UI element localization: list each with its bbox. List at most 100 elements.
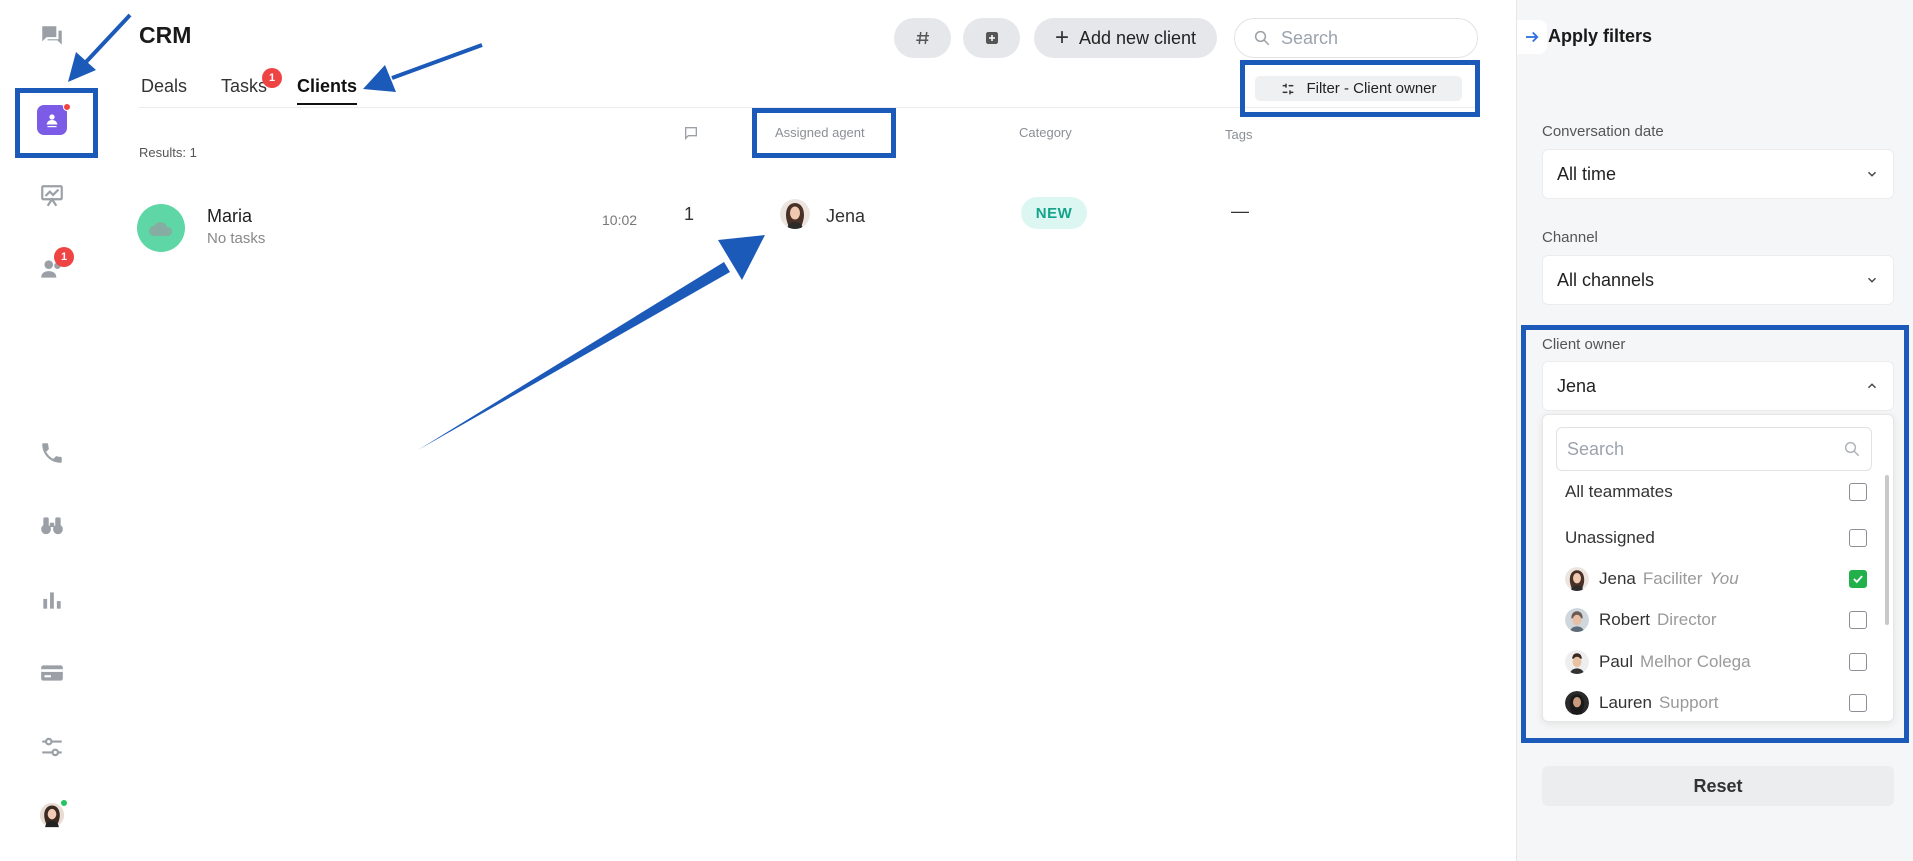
- crm-icon: [37, 103, 71, 135]
- client-owner-value: Jena: [1557, 375, 1597, 396]
- search-input[interactable]: [1281, 27, 1461, 49]
- crm-nav-item[interactable]: [36, 103, 71, 136]
- billing-card-icon[interactable]: [36, 657, 68, 689]
- column-assigned-agent[interactable]: Assigned agent: [775, 125, 865, 140]
- option-jena[interactable]: Jena Faciliter You: [1543, 561, 1883, 597]
- channel-value: All channels: [1557, 269, 1655, 290]
- option-label: Unassigned: [1565, 528, 1655, 547]
- teammate-avatar: [1565, 691, 1589, 715]
- option-label: Paul: [1599, 652, 1634, 671]
- panel-title: Apply filters: [1548, 26, 1653, 46]
- conversations-icon[interactable]: [36, 20, 68, 52]
- conversation-date-select[interactable]: All time: [1542, 149, 1894, 199]
- conversation-date-label: Conversation date: [1542, 123, 1664, 140]
- tags-value: —: [1231, 201, 1249, 221]
- option-all-teammates[interactable]: All teammates: [1543, 474, 1883, 510]
- reports-board-icon[interactable]: [36, 180, 68, 212]
- online-status-dot: [60, 799, 68, 807]
- binoculars-icon[interactable]: [36, 510, 68, 542]
- option-unassigned[interactable]: Unassigned: [1543, 520, 1883, 556]
- conversation-date-value: All time: [1557, 163, 1617, 184]
- tab-tasks[interactable]: Tasks: [221, 76, 267, 97]
- option-role: Melhor Colega: [1640, 652, 1751, 671]
- option-role: Director: [1657, 610, 1717, 629]
- option-label: All teammates: [1565, 482, 1673, 501]
- left-rail: 1: [0, 0, 104, 861]
- channel-select[interactable]: All channels: [1542, 255, 1894, 305]
- checkmark-icon: [1853, 575, 1863, 584]
- analytics-icon[interactable]: [36, 584, 68, 616]
- cloud-icon: [149, 222, 173, 236]
- filter-client-owner-button[interactable]: Filter - Client owner: [1255, 76, 1462, 101]
- arrow-right-icon: [1526, 31, 1539, 43]
- client-owner-dropdown: All teammates Unassigned Jena Faciliter …: [1542, 414, 1894, 722]
- teammate-avatar: [1565, 650, 1589, 674]
- filter-sliders-icon: [1283, 83, 1294, 94]
- tab-clients[interactable]: Clients: [297, 76, 358, 105]
- reset-button[interactable]: Reset: [1542, 766, 1894, 806]
- option-checkbox[interactable]: [1849, 529, 1867, 547]
- plus-icon: +: [1054, 24, 1069, 51]
- settings-sliders-icon[interactable]: [36, 731, 68, 763]
- search-icon: [1254, 30, 1270, 46]
- client-avatar: [137, 204, 185, 252]
- message-count: 1: [684, 204, 695, 224]
- dropdown-scrollbar[interactable]: [1885, 475, 1889, 625]
- user-avatar[interactable]: [36, 799, 68, 831]
- plus-square-icon: [985, 32, 998, 44]
- tasks-badge: 1: [262, 68, 282, 88]
- chevron-up-icon: [1868, 383, 1876, 389]
- phone-icon[interactable]: [36, 437, 68, 469]
- agent-name[interactable]: Jena: [826, 206, 865, 227]
- teammate-avatar: [1565, 608, 1589, 632]
- channel-label: Channel: [1542, 229, 1598, 246]
- teammate-avatar: [1565, 567, 1589, 591]
- option-paul[interactable]: Paul Melhor Colega: [1543, 644, 1883, 680]
- option-checkbox[interactable]: [1849, 653, 1867, 671]
- option-checkbox[interactable]: [1849, 611, 1867, 629]
- collapse-panel-button[interactable]: [1517, 20, 1547, 54]
- arrow-to-agent: [418, 262, 730, 450]
- client-owner-label: Client owner: [1542, 336, 1626, 353]
- client-name[interactable]: Maria: [207, 206, 252, 227]
- add-box-button[interactable]: [963, 18, 1020, 58]
- page-title: CRM: [139, 22, 192, 48]
- add-new-client-button[interactable]: + Add new client: [1034, 18, 1217, 58]
- messages-column-icon: [683, 125, 699, 144]
- team-icon[interactable]: 1: [36, 247, 74, 285]
- option-label: Lauren: [1599, 693, 1652, 712]
- option-you-tag: You: [1709, 569, 1739, 588]
- hashtag-button[interactable]: [894, 18, 951, 58]
- results-count: Results: 1: [139, 145, 197, 160]
- dropdown-search-box: [1556, 427, 1872, 471]
- search-icon: [1844, 441, 1860, 457]
- category-badge: NEW: [1021, 197, 1087, 229]
- option-robert[interactable]: Robert Director: [1543, 602, 1883, 638]
- option-checkbox-checked[interactable]: [1849, 570, 1867, 588]
- option-checkbox[interactable]: [1849, 694, 1867, 712]
- tab-deals[interactable]: Deals: [141, 76, 187, 97]
- client-tasks-status: No tasks: [207, 230, 266, 247]
- client-time: 10:02: [602, 212, 638, 228]
- arrow-head-clients: [363, 65, 396, 92]
- chevron-down-icon: [1868, 171, 1876, 177]
- notification-dot: [63, 103, 71, 111]
- option-label: Robert: [1599, 610, 1651, 629]
- hashtag-icon: [915, 31, 929, 45]
- option-role: Support: [1658, 693, 1719, 712]
- client-owner-select[interactable]: Jena: [1542, 361, 1894, 411]
- team-badge: 1: [54, 247, 74, 267]
- option-checkbox[interactable]: [1849, 483, 1867, 501]
- column-category[interactable]: Category: [1019, 125, 1072, 140]
- option-label: Jena: [1599, 569, 1636, 588]
- chevron-down-icon: [1868, 277, 1876, 283]
- dropdown-search-input[interactable]: [1567, 438, 1827, 460]
- agent-avatar: [780, 199, 810, 229]
- column-tags[interactable]: Tags: [1225, 127, 1252, 142]
- filters-panel: Apply filters Conversation date All time…: [1516, 0, 1913, 861]
- option-role: Faciliter: [1642, 569, 1703, 588]
- table-row[interactable]: Maria No tasks 10:02 1 Jena NEW —: [137, 197, 1477, 254]
- add-new-client-label: Add new client: [1078, 27, 1197, 48]
- arrow-to-clients: [391, 43, 483, 80]
- option-lauren[interactable]: Lauren Support: [1543, 685, 1883, 721]
